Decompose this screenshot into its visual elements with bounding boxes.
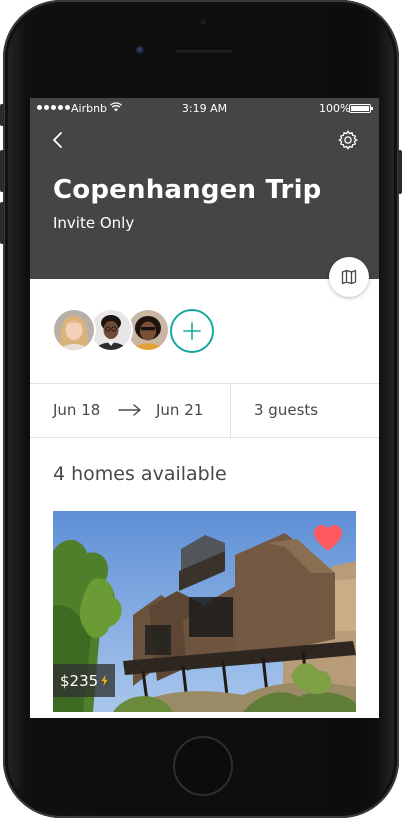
map-button[interactable] xyxy=(329,257,369,297)
status-bar: Airbnb 3:19 AM 100% xyxy=(30,98,379,120)
listing-card[interactable]: $235 xyxy=(53,511,356,712)
arrow-right-icon xyxy=(118,404,141,416)
end-date[interactable]: Jun 21 xyxy=(156,401,203,419)
volume-down-button xyxy=(0,202,4,244)
back-icon[interactable] xyxy=(48,130,68,150)
page-title: Copenhangen Trip xyxy=(53,175,322,205)
proximity-sensor xyxy=(201,20,206,25)
avatar[interactable] xyxy=(52,308,96,352)
front-camera xyxy=(136,46,145,55)
divider xyxy=(230,383,231,437)
battery-percentage: 100% xyxy=(319,102,351,115)
plus-icon xyxy=(183,322,201,340)
listing-price: $235 xyxy=(60,671,99,690)
lightning-icon xyxy=(101,675,108,686)
trip-details-row: Jun 18 Jun 21 3 guests xyxy=(30,383,379,437)
trip-header: Airbnb 3:19 AM 100% Copenhangen Trip Inv… xyxy=(30,98,379,279)
gear-icon[interactable] xyxy=(337,129,359,151)
earpiece-speaker xyxy=(174,48,234,53)
volume-up-button xyxy=(0,150,4,192)
power-button xyxy=(398,150,402,194)
add-member-button[interactable] xyxy=(170,309,214,353)
phone-frame: Airbnb 3:19 AM 100% Copenhangen Trip Inv… xyxy=(0,0,402,818)
page-subtitle: Invite Only xyxy=(53,214,135,232)
divider xyxy=(30,437,379,438)
battery-icon xyxy=(349,104,373,113)
guest-count[interactable]: 3 guests xyxy=(254,401,318,419)
start-date[interactable]: Jun 18 xyxy=(53,401,100,419)
homes-available-heading: 4 homes available xyxy=(53,463,227,485)
heart-icon[interactable] xyxy=(312,523,344,553)
home-button[interactable] xyxy=(173,736,233,796)
mute-switch xyxy=(0,104,4,126)
map-icon xyxy=(341,269,357,285)
app-screen: Airbnb 3:19 AM 100% Copenhangen Trip Inv… xyxy=(30,98,379,718)
price-badge: $235 xyxy=(53,664,116,697)
